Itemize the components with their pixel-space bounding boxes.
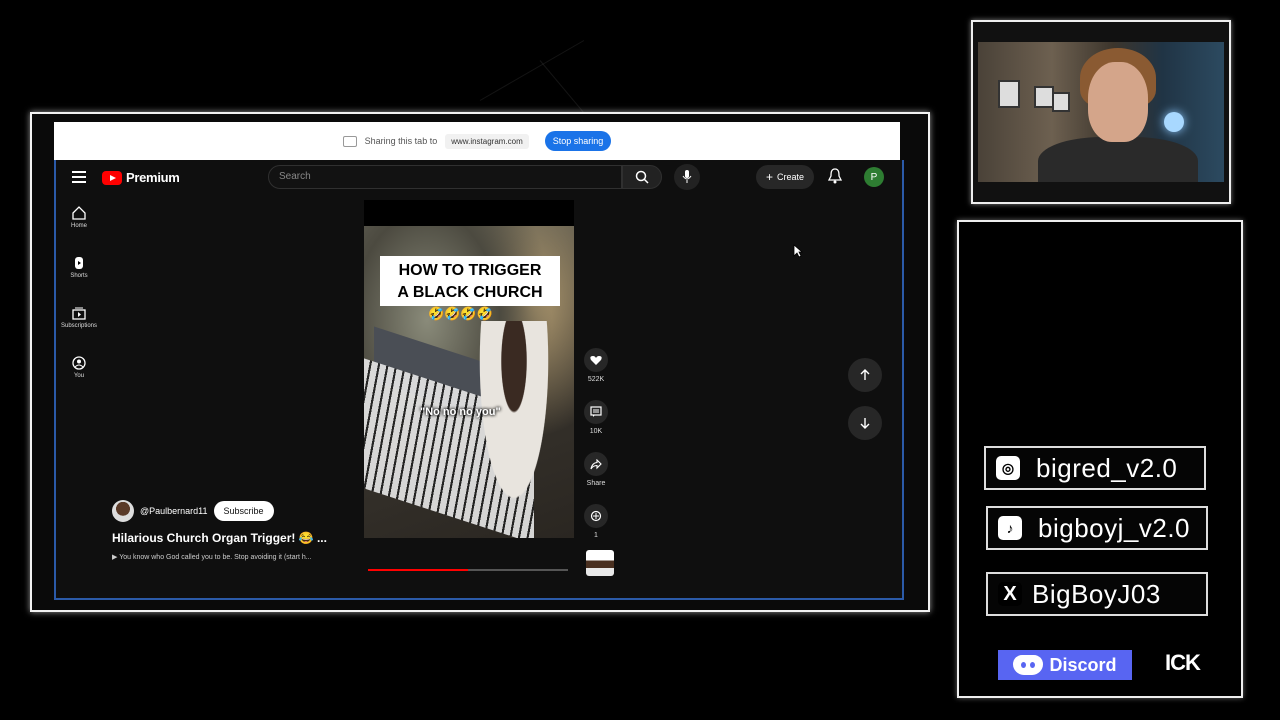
microphone-icon bbox=[682, 170, 692, 183]
search-icon bbox=[635, 170, 649, 184]
video-subtitle: "No no no you" bbox=[420, 406, 501, 418]
create-button[interactable]: + Create bbox=[756, 165, 814, 189]
social-tiktok: ♪ bigboyj_v2.0 bbox=[986, 506, 1208, 550]
share-action[interactable]: Share bbox=[582, 452, 610, 504]
channel-avatar[interactable] bbox=[112, 500, 134, 522]
youtube-header: Premium Search + Create P bbox=[56, 160, 902, 196]
mouse-cursor-icon bbox=[793, 244, 803, 258]
sidebar-item-subscriptions[interactable]: Subscriptions bbox=[56, 306, 102, 356]
video-title[interactable]: Hilarious Church Organ Trigger! 😂 ... bbox=[112, 531, 362, 545]
share-icon bbox=[590, 458, 602, 469]
webcam-wall-photo bbox=[1034, 86, 1054, 108]
social-handle: bigred_v2.0 bbox=[1036, 452, 1178, 483]
video-description[interactable]: ▶ You know who God called you to be. Sto… bbox=[112, 553, 352, 561]
background-decoration bbox=[479, 40, 585, 101]
comment-action[interactable]: 10K bbox=[582, 400, 610, 452]
subscriptions-icon bbox=[72, 307, 86, 320]
social-handle: bigboyj_v2.0 bbox=[1038, 512, 1190, 543]
video-emojis: 🤣🤣🤣🤣 bbox=[428, 306, 493, 321]
social-instagram: ◎ bigred_v2.0 bbox=[984, 446, 1206, 490]
youtube-page: Premium Search + Create P Home Shorts Su… bbox=[54, 160, 904, 600]
channel-handle[interactable]: @Paulbernard11 bbox=[140, 506, 208, 516]
heart-icon bbox=[590, 355, 602, 365]
discord-label: Discord bbox=[1049, 654, 1117, 675]
discord-badge: Discord bbox=[998, 650, 1132, 680]
arrow-up-icon bbox=[860, 369, 870, 380]
screen-share-icon bbox=[342, 135, 357, 147]
like-action[interactable]: 522K bbox=[582, 348, 610, 400]
you-icon bbox=[72, 356, 86, 370]
x-icon: X bbox=[998, 582, 1022, 606]
sidebar-item-label: Home bbox=[70, 223, 87, 229]
video-caption-line: A BLACK CHURCH bbox=[397, 284, 543, 301]
sharing-url: www.instagram.com bbox=[445, 133, 529, 149]
video-progress-bar[interactable] bbox=[368, 569, 568, 571]
shorts-video-player[interactable]: HOW TO TRIGGER A BLACK CHURCH 🤣🤣🤣🤣 "No n… bbox=[364, 200, 574, 538]
discord-icon bbox=[1013, 655, 1044, 675]
video-pianist bbox=[474, 321, 554, 521]
notifications-bell-icon[interactable] bbox=[827, 168, 843, 189]
sharing-message: Sharing this tab to bbox=[364, 136, 438, 146]
webcam-wall-photo bbox=[998, 80, 1020, 108]
home-icon bbox=[72, 206, 86, 220]
menu-icon[interactable] bbox=[72, 171, 86, 186]
subscribe-button[interactable]: Subscribe bbox=[213, 501, 274, 521]
create-label: Create bbox=[777, 172, 805, 182]
stop-sharing-button[interactable]: Stop sharing bbox=[544, 131, 612, 151]
channel-thumbnail[interactable] bbox=[586, 550, 614, 576]
video-metadata: @Paulbernard11 Subscribe Hilarious Churc… bbox=[112, 500, 362, 561]
youtube-sidebar: Home Shorts Subscriptions You bbox=[56, 206, 102, 406]
webcam-wall-photo bbox=[1052, 92, 1070, 112]
logo-text: Premium bbox=[126, 170, 180, 185]
plus-icon: + bbox=[765, 170, 773, 184]
search-button[interactable] bbox=[622, 165, 662, 189]
previous-video-button[interactable] bbox=[848, 358, 882, 392]
instagram-icon: ◎ bbox=[996, 456, 1020, 480]
youtube-logo[interactable]: Premium bbox=[102, 170, 180, 185]
sidebar-item-label: You bbox=[73, 373, 85, 379]
kick-logo: ICK bbox=[1165, 650, 1201, 675]
remix-action[interactable]: 1 bbox=[582, 504, 610, 556]
next-video-button[interactable] bbox=[848, 406, 882, 440]
shorts-actions: 522K 10K Share 1 bbox=[582, 348, 610, 556]
sidebar-item-label: Subscriptions bbox=[60, 323, 98, 329]
browser-capture: Sharing this tab to www.instagram.com St… bbox=[30, 112, 930, 612]
search-input[interactable]: Search bbox=[268, 165, 622, 189]
arrow-down-icon bbox=[860, 418, 870, 429]
shorts-icon bbox=[75, 257, 83, 269]
sidebar-item-you[interactable]: You bbox=[56, 356, 102, 406]
account-avatar[interactable]: P bbox=[864, 167, 884, 187]
sidebar-item-shorts[interactable]: Shorts bbox=[56, 256, 102, 306]
tiktok-icon: ♪ bbox=[998, 516, 1022, 540]
comment-icon bbox=[590, 406, 602, 417]
remix-count: 1 bbox=[594, 532, 598, 539]
social-handle: BigBoyJ03 bbox=[1032, 578, 1161, 609]
like-count: 522K bbox=[587, 376, 605, 383]
webcam-lamp bbox=[1164, 112, 1184, 132]
video-progress-fill bbox=[368, 569, 468, 571]
webcam-frame bbox=[971, 20, 1231, 204]
sidebar-item-label: Shorts bbox=[70, 273, 88, 279]
voice-search-button[interactable] bbox=[674, 164, 700, 190]
webcam-person-body bbox=[1038, 137, 1198, 182]
comment-count: 10K bbox=[589, 428, 603, 435]
video-caption: HOW TO TRIGGER A BLACK CHURCH bbox=[380, 256, 560, 306]
webcam-feed bbox=[978, 42, 1224, 182]
video-frame: HOW TO TRIGGER A BLACK CHURCH 🤣🤣🤣🤣 "No n… bbox=[364, 226, 574, 538]
sidebar-item-home[interactable]: Home bbox=[56, 206, 102, 256]
share-label: Share bbox=[586, 480, 606, 487]
video-caption-line: HOW TO TRIGGER bbox=[398, 262, 542, 279]
remix-icon bbox=[590, 510, 602, 522]
webcam-person-face bbox=[1088, 62, 1148, 142]
social-x: X BigBoyJ03 bbox=[986, 572, 1208, 616]
youtube-play-icon bbox=[102, 170, 122, 185]
tab-sharing-bar: Sharing this tab to www.instagram.com St… bbox=[54, 122, 900, 160]
